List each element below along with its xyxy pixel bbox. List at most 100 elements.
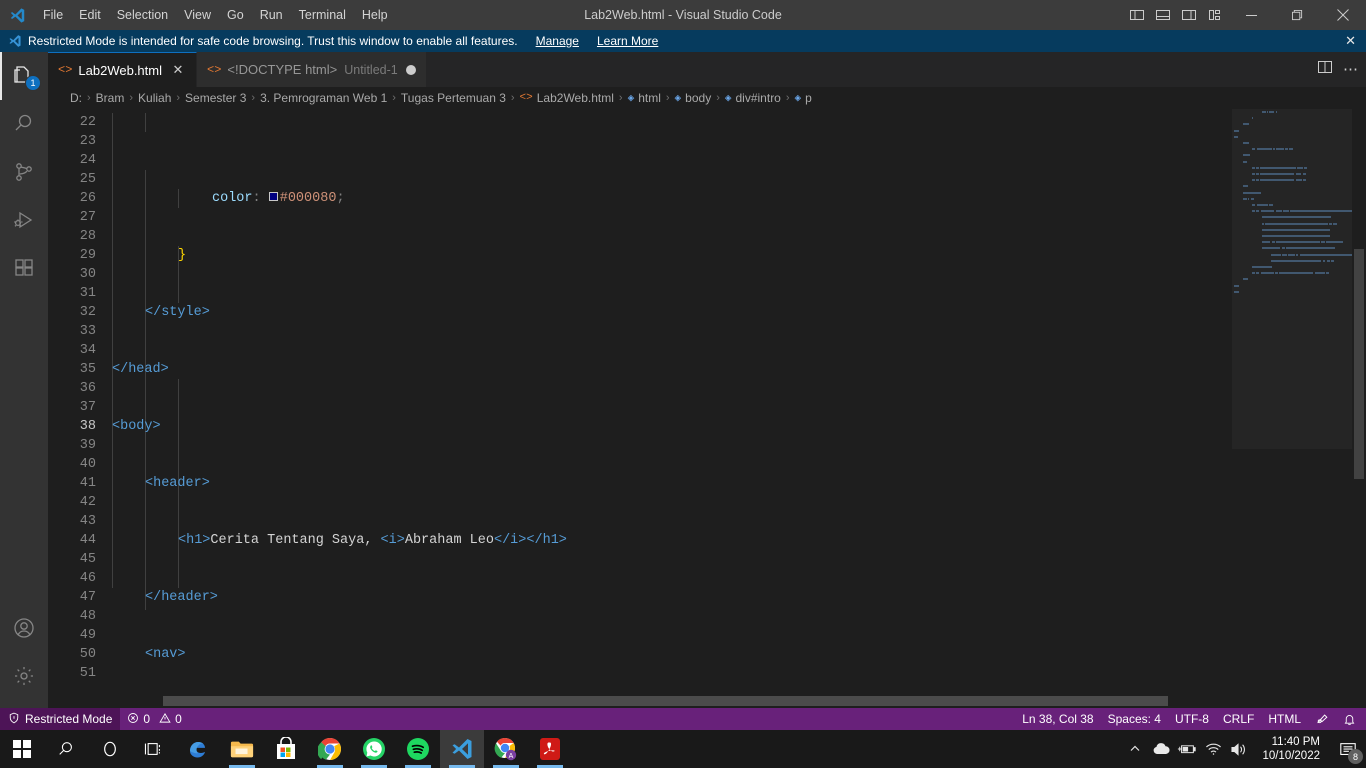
microsoft-edge-icon[interactable]: [176, 730, 220, 768]
menu-edit[interactable]: Edit: [71, 0, 109, 30]
run-and-debug-icon[interactable]: [0, 196, 48, 244]
editor-vertical-scrollbar[interactable]: [1352, 109, 1366, 694]
whatsapp-icon[interactable]: [352, 730, 396, 768]
minimap-line: [1243, 123, 1249, 126]
adobe-acrobat-icon[interactable]: [528, 730, 572, 768]
code-line-22: color: #000080;: [110, 189, 1232, 208]
style-close-tag: </style>: [145, 305, 210, 320]
explorer-icon[interactable]: 1: [0, 52, 48, 100]
microsoft-store-icon[interactable]: [264, 730, 308, 768]
split-editor-icon[interactable]: [1317, 59, 1333, 80]
visual-studio-code-icon[interactable]: [440, 730, 484, 768]
tab-untitled-1[interactable]: <> <!DOCTYPE html> Untitled-1: [197, 52, 427, 87]
minimap-line: [1283, 210, 1289, 213]
banner-close-icon[interactable]: ✕: [1335, 33, 1366, 49]
minimap-line: [1269, 111, 1275, 113]
editor-text-area[interactable]: 22 23 24 25 26 27 28 29 30 31 32 33 34 3…: [48, 109, 1366, 694]
task-view-icon[interactable]: [132, 730, 176, 768]
line-number: 31: [79, 286, 96, 301]
customize-layout-icon[interactable]: [1202, 0, 1228, 30]
source-code[interactable]: color: #000080; } </style> </head> <body…: [110, 109, 1232, 694]
breadcrumb-item-body[interactable]: ◈ body: [673, 91, 714, 105]
minimap-line: [1262, 111, 1266, 113]
windows-start-icon[interactable]: [0, 730, 44, 768]
search-icon[interactable]: [44, 730, 88, 768]
speaker-icon[interactable]: [1226, 730, 1252, 768]
tab-close-icon[interactable]: ✕: [170, 62, 186, 78]
minimap-line: [1276, 241, 1320, 244]
status-problems[interactable]: 0 0: [120, 708, 188, 730]
minimap-line: [1234, 284, 1240, 287]
banner-manage-link[interactable]: Manage: [536, 34, 579, 48]
breadcrumb-item-pemrograman-web-1[interactable]: 3. Pemrograman Web 1: [258, 91, 389, 105]
menu-view[interactable]: View: [176, 0, 219, 30]
menu-run[interactable]: Run: [252, 0, 291, 30]
tweet-feedback-icon[interactable]: [1308, 708, 1336, 730]
panel-bottom-icon[interactable]: [1150, 0, 1176, 30]
vscode-logo-icon: [0, 7, 35, 24]
bell-icon[interactable]: [1336, 708, 1366, 730]
color-swatch-navy[interactable]: [268, 191, 278, 201]
menu-go[interactable]: Go: [219, 0, 252, 30]
search-icon[interactable]: [0, 100, 48, 148]
action-center-icon[interactable]: 8: [1330, 730, 1366, 768]
cortana-circle-icon[interactable]: [88, 730, 132, 768]
minimap-line: [1255, 173, 1259, 175]
maximize-button[interactable]: [1274, 0, 1320, 30]
code-line-29: </header>: [110, 588, 1232, 607]
minimap-line: [1295, 173, 1302, 175]
minimap-line: [1234, 129, 1240, 132]
editor-horizontal-scrollbar[interactable]: [48, 694, 1366, 708]
onedrive-cloud-icon[interactable]: [1148, 730, 1174, 768]
panel-left-icon[interactable]: [1124, 0, 1150, 30]
taskbar-clock[interactable]: 11:40 PM 10/10/2022: [1252, 730, 1330, 768]
extensions-icon[interactable]: [0, 244, 48, 292]
status-warnings-count: 0: [175, 712, 182, 726]
status-cursor-position[interactable]: Ln 38, Col 38: [1015, 708, 1100, 730]
menu-file[interactable]: File: [35, 0, 71, 30]
breadcrumb-item-drive[interactable]: D:: [68, 91, 84, 105]
banner-learn-more-link[interactable]: Learn More: [597, 34, 658, 48]
tab-dirty-indicator[interactable]: [405, 64, 416, 75]
wifi-icon[interactable]: [1200, 730, 1226, 768]
chrome-profile-icon[interactable]: A: [484, 730, 528, 768]
minimap-line: [1296, 253, 1299, 256]
source-control-icon[interactable]: [0, 148, 48, 196]
status-language-mode[interactable]: HTML: [1261, 708, 1308, 730]
breadcrumb-item-kuliah[interactable]: Kuliah: [136, 91, 173, 105]
minimap-slider[interactable]: [1232, 109, 1352, 449]
settings-gear-icon[interactable]: [0, 652, 48, 700]
minimize-button[interactable]: [1228, 0, 1274, 30]
breadcrumb-item-tugas-pertemuan-3[interactable]: Tugas Pertemuan 3: [399, 91, 508, 105]
breadcrumb-item-p[interactable]: ◈ p: [793, 91, 814, 105]
accounts-icon[interactable]: [0, 604, 48, 652]
menu-terminal[interactable]: Terminal: [291, 0, 354, 30]
status-indentation[interactable]: Spaces: 4: [1101, 708, 1168, 730]
breadcrumb-item-semester-3[interactable]: Semester 3: [183, 91, 248, 105]
breadcrumb-item-html[interactable]: ◈ html: [626, 91, 663, 105]
status-encoding[interactable]: UTF-8: [1168, 708, 1216, 730]
breadcrumb-item-lab2web-html[interactable]: <> Lab2Web.html: [518, 91, 616, 105]
breadcrumb-separator: ›: [176, 92, 181, 104]
ellipsis-icon[interactable]: ⋯: [1343, 62, 1358, 77]
google-chrome-icon[interactable]: [308, 730, 352, 768]
show-hidden-icons-icon[interactable]: [1122, 730, 1148, 768]
menu-selection[interactable]: Selection: [109, 0, 176, 30]
scrollbar-thumb: [1354, 249, 1364, 479]
breadcrumb: D: › Bram › Kuliah › Semester 3 › 3. Pem…: [48, 87, 1366, 109]
battery-charging-icon[interactable]: [1174, 730, 1200, 768]
panel-right-icon[interactable]: [1176, 0, 1202, 30]
menu-bar[interactable]: File Edit Selection View Go Run Terminal…: [35, 0, 396, 30]
status-restricted-mode[interactable]: Restricted Mode: [0, 708, 121, 730]
status-errors-count: 0: [143, 712, 151, 726]
status-eol[interactable]: CRLF: [1216, 708, 1261, 730]
breadcrumb-item-div-intro[interactable]: ◈ div#intro: [723, 91, 783, 105]
css-semicolon: ;: [336, 191, 345, 206]
menu-help[interactable]: Help: [354, 0, 396, 30]
breadcrumb-item-bram[interactable]: Bram: [94, 91, 127, 105]
tab-lab2web-html[interactable]: <> Lab2Web.html ✕: [48, 52, 197, 87]
close-window-button[interactable]: [1320, 0, 1366, 30]
minimap[interactable]: [1232, 109, 1352, 694]
spotify-icon[interactable]: [396, 730, 440, 768]
file-explorer-icon[interactable]: [220, 730, 264, 768]
